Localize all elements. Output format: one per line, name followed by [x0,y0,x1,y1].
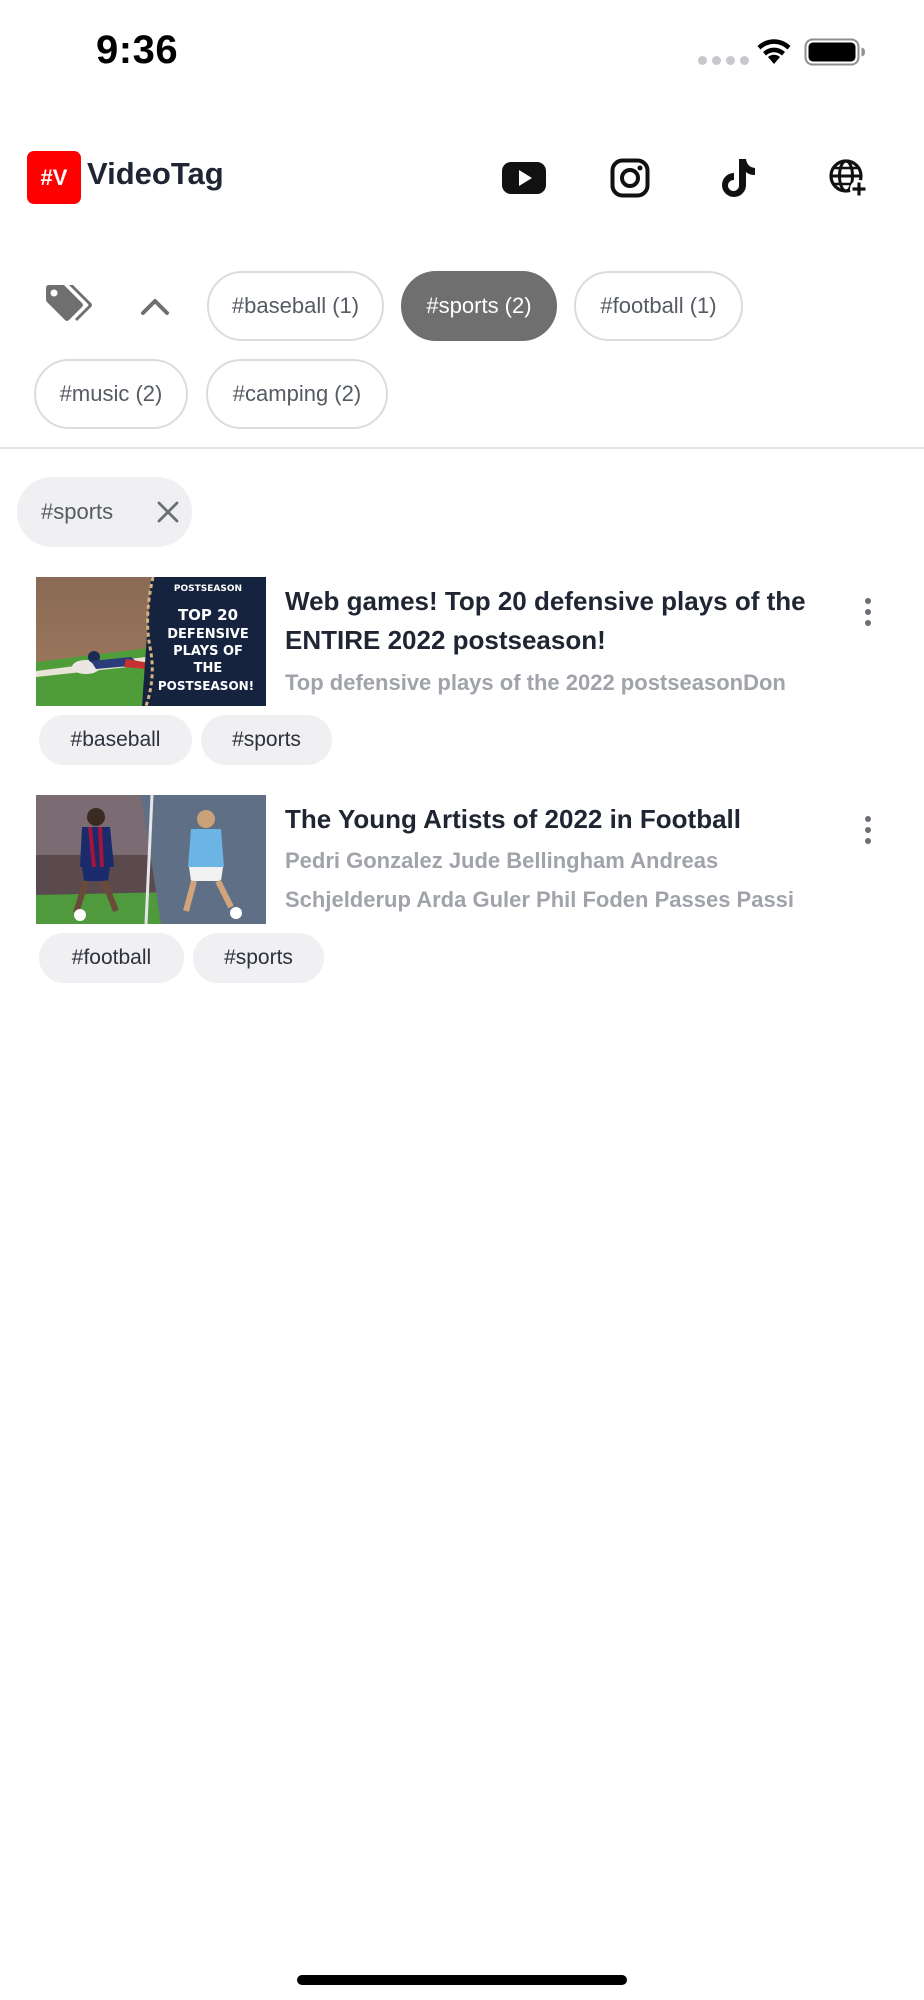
tags-icon[interactable] [44,284,94,326]
tag-filter-camping[interactable]: #camping (2) [206,359,388,429]
tag-filter-music[interactable]: #music (2) [34,359,188,429]
thumbnail-text: THE [194,661,223,676]
status-time: 9:36 [96,28,179,72]
video-description: Top defensive plays of the 2022 postseas… [285,670,786,695]
video-title[interactable]: Web games! Top 20 defensive plays of the… [285,582,815,660]
thumbnail-text: TOP 20 [178,606,238,624]
more-options-icon[interactable] [858,812,878,848]
tag-filter-baseball[interactable]: #baseball (1) [207,271,384,341]
tiktok-icon[interactable] [714,154,762,202]
thumbnail-text: DEFENSIVE [167,627,248,642]
active-filter-label: #sports [41,499,114,524]
globe-add-icon[interactable] [824,154,872,202]
youtube-icon[interactable] [500,154,548,202]
video-thumbnail[interactable]: POSTSEASON TOP 20 DEFENSIVE PLAYS OF THE… [36,577,266,706]
thumbnail-text: POSTSEASON [174,584,242,594]
video-tag[interactable]: #sports [201,715,332,765]
tag-filter-sports[interactable]: #sports (2) [401,271,557,341]
app-logo: #V [27,151,81,204]
section-divider [0,447,924,449]
video-description: Pedri Gonzalez Jude Bellingham Andreas [285,848,719,873]
chevron-up-icon[interactable] [138,290,172,324]
video-tag[interactable]: #sports [193,933,324,983]
tag-filter-football[interactable]: #football (1) [574,271,743,341]
close-icon[interactable] [157,501,179,523]
wifi-icon [757,39,791,64]
video-tag[interactable]: #football [39,933,184,983]
video-thumbnail[interactable] [36,795,266,924]
app-title: VideoTag [87,156,224,191]
instagram-icon[interactable] [606,154,654,202]
video-tag[interactable]: #baseball [39,715,192,765]
thumbnail-text: POSTSEASON! [158,679,254,693]
home-indicator[interactable] [297,1975,627,1985]
video-title[interactable]: The Young Artists of 2022 in Football [285,800,815,839]
more-options-icon[interactable] [858,594,878,630]
battery-icon [804,38,865,66]
active-filter-chip[interactable]: #sports [17,477,192,547]
thumbnail-text: PLAYS OF [173,644,243,659]
video-description: Schjelderup Arda Guler Phil Foden Passes… [285,887,795,912]
cellular-signal-icon [698,56,749,65]
